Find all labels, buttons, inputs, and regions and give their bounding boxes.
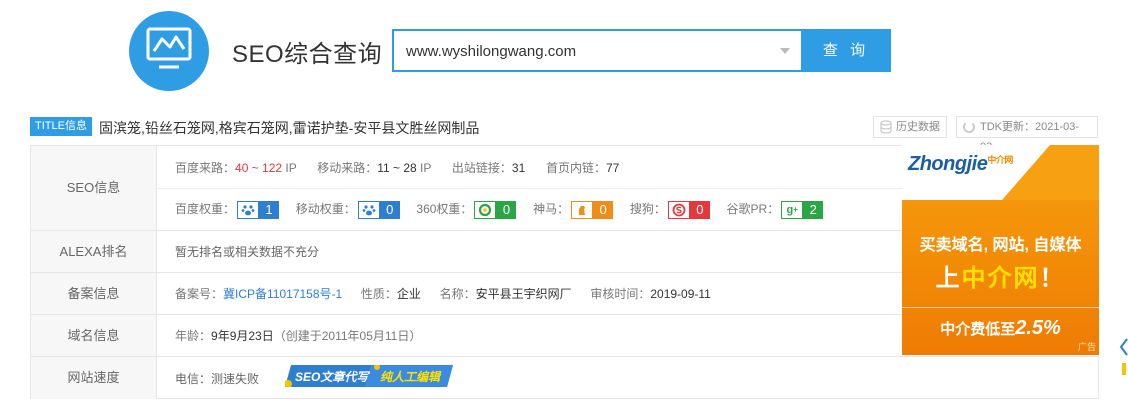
sogou-label: 搜狗： xyxy=(629,202,666,216)
tdk-update-button[interactable]: TDK更新：2021-03-03 xyxy=(956,116,1098,153)
monitor-chart-icon xyxy=(146,27,192,69)
row-divider xyxy=(31,314,903,315)
shenma-value: 0 xyxy=(593,200,614,219)
baidu-source-unit: IP xyxy=(282,161,297,175)
icp-label: 备案信息 xyxy=(31,273,157,314)
ad-label: 广告 xyxy=(1077,342,1096,352)
side-float-icon[interactable] xyxy=(1119,337,1128,377)
google-pr-badge[interactable]: g +2 xyxy=(781,200,824,219)
row-divider xyxy=(31,272,903,273)
seo-row-1: 百度来路：40 ~ 122 IP 移动来路：11 ~ 28 IP 出站链接：31… xyxy=(175,159,619,176)
domain-created-text: （创建于2011年05月11日） xyxy=(273,329,422,343)
page-title: SEO综合查询 xyxy=(232,41,383,68)
site-title-text: 固滨笼,铅丝石笼网,格宾石笼网,雷诺护垫-安平县文胜丝网制品 xyxy=(99,120,480,136)
mobile-source-label: 移动来路： xyxy=(317,161,378,175)
title-info-row: TITLE信息 固滨笼,铅丝石笼网,格宾石笼网,雷诺护垫-安平县文胜丝网制品 历… xyxy=(30,116,1098,153)
history-dropdown-icon[interactable] xyxy=(780,48,790,54)
ad-swoosh xyxy=(1002,145,1099,200)
row-divider xyxy=(31,356,1099,357)
mobile-source-unit: IP xyxy=(416,161,432,175)
icp-number-label: 备案号： xyxy=(175,287,224,301)
icp-nature-label: 性质： xyxy=(360,287,397,301)
zhongjie-logo: Zhongjie中介网 xyxy=(908,153,1013,175)
mobile-source-value[interactable]: 11 ~ 28 xyxy=(377,161,416,175)
alexa-value: 暂无排名或相关数据不充分 xyxy=(175,245,320,259)
zhongjie-ad-banner[interactable]: Zhongjie中介网 买卖域名, 网站, 自媒体 上中介网！ 中介费低至2.5… xyxy=(902,145,1099,355)
seo-inner-divider xyxy=(158,188,903,189)
so360-weight-label: 360权重： xyxy=(416,202,473,216)
icp-audit-label: 审核时间： xyxy=(590,287,651,301)
history-data-label: 历史数据 xyxy=(896,121,940,133)
sogou-value: 0 xyxy=(689,200,710,219)
baidu-source-value[interactable]: 40 ~ 122 xyxy=(235,161,282,175)
zhongjie-logo-cn: 中介网 xyxy=(987,155,1013,165)
baidu-weight-value: 1 xyxy=(259,200,280,219)
database-icon xyxy=(880,120,892,134)
baidu-weight-badge[interactable]: 1 xyxy=(237,200,280,219)
ad-line-2: 上中介网！ xyxy=(935,265,1066,292)
icp-audit-value: 2019-09-11 xyxy=(650,287,711,301)
promo-tag-a: SEO文章代写 xyxy=(295,370,369,384)
ad-logo-area: Zhongjie中介网 xyxy=(902,145,1099,200)
homelinks-value[interactable]: 77 xyxy=(606,161,619,175)
google-plus-icon: g + xyxy=(781,200,804,219)
outlinks-value[interactable]: 31 xyxy=(512,161,525,175)
so360-icon xyxy=(474,200,497,219)
shenma-horse-icon xyxy=(571,200,594,219)
promo-tag-b: 纯人工编辑 xyxy=(380,370,441,384)
refresh-icon xyxy=(963,121,975,133)
icp-number-link[interactable]: 冀ICP备11017158号-1 xyxy=(223,287,342,301)
alexa-label: ALEXA排名 xyxy=(31,231,157,272)
ad-line-1: 买卖域名, 网站, 自媒体 xyxy=(919,237,1082,254)
icp-name-label: 名称： xyxy=(439,287,476,301)
so360-weight-value: 0 xyxy=(496,200,517,219)
baidu-source-label: 百度来路： xyxy=(175,161,236,175)
ad-divider xyxy=(902,307,1099,308)
speed-value: 电信：测速失败 xyxy=(175,372,260,386)
mobile-weight-label: 移动权重： xyxy=(295,202,356,216)
baidu-weight-label: 百度权重： xyxy=(175,202,236,216)
domain-search-input[interactable]: www.wyshilongwang.com xyxy=(392,29,802,72)
icp-nature-value: 企业 xyxy=(396,287,421,301)
history-data-button[interactable]: 历史数据 xyxy=(873,116,947,138)
mobile-weight-badge[interactable]: 0 xyxy=(357,200,400,219)
so360-weight-badge[interactable]: 0 xyxy=(474,200,517,219)
row-divider xyxy=(31,230,903,231)
mobile-weight-value: 0 xyxy=(379,200,400,219)
ad-line-3: 中介费低至2.5% xyxy=(940,317,1061,339)
site-logo[interactable] xyxy=(129,11,209,91)
sogou-icon xyxy=(667,200,690,219)
domain-age-label: 年龄： xyxy=(175,329,212,343)
domain-age-value: 9年9月23日 xyxy=(211,329,274,343)
seo-info-label: SEO信息 xyxy=(31,146,157,230)
homelinks-label: 首页内链： xyxy=(545,161,606,175)
speed-label: 网站速度 xyxy=(31,357,157,399)
domain-label: 域名信息 xyxy=(31,315,157,356)
shenma-label: 神马： xyxy=(533,202,570,216)
icp-name-value: 安平县王宇织网厂 xyxy=(475,287,572,301)
title-info-badge: TITLE信息 xyxy=(30,117,92,136)
baidu-paw-icon xyxy=(237,200,260,219)
domain-row: 年龄：9年9月23日（创建于2011年05月11日） xyxy=(175,327,421,344)
google-pr-value: 2 xyxy=(803,200,824,219)
search-button[interactable]: 查 询 xyxy=(801,29,891,72)
seo-row-2: 百度权重： 1 移动权重： 0 360权重： 0 神马： 0 搜狗： 0 谷歌PR： g +2 xyxy=(175,200,825,219)
google-pr-label: 谷歌PR： xyxy=(726,202,780,216)
icp-row: 备案号：冀ICP备11017158号-1 性质：企业 名称：安平县王宇织网厂 审… xyxy=(175,285,711,302)
search-input-value[interactable]: www.wyshilongwang.com xyxy=(406,43,576,60)
seo-writing-promo[interactable]: SEO文章代写 纯人工编辑 xyxy=(285,365,453,387)
outlinks-label: 出站链接： xyxy=(451,161,512,175)
mobile-paw-icon xyxy=(357,200,380,219)
shenma-badge[interactable]: 0 xyxy=(571,200,614,219)
sogou-badge[interactable]: 0 xyxy=(667,200,710,219)
